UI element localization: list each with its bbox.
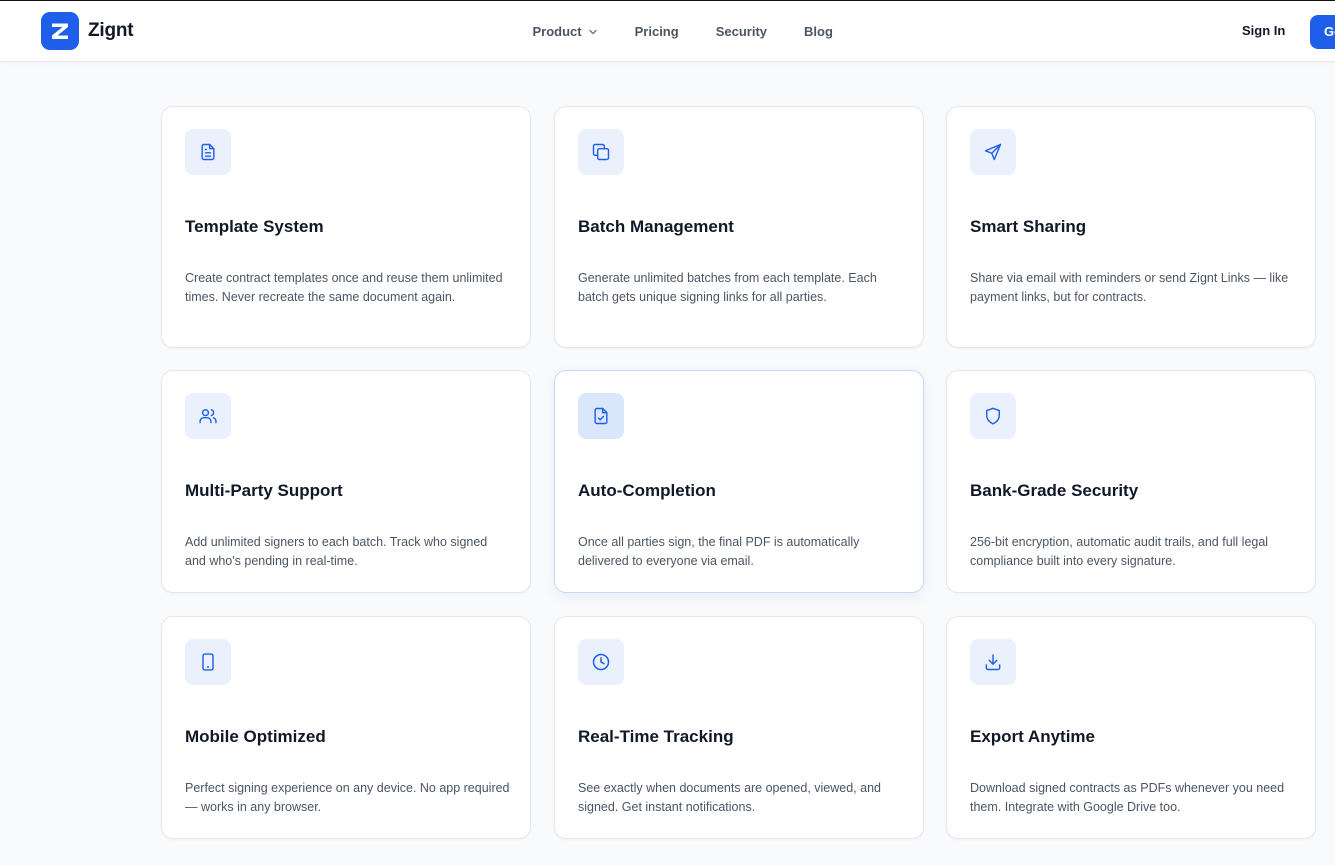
feature-title: Multi-Party Support bbox=[185, 481, 343, 500]
nav-blog[interactable]: Blog bbox=[786, 16, 852, 47]
feature-card-multi-party-support: Multi-Party Support Add unlimited signer… bbox=[161, 370, 531, 593]
shield-icon bbox=[970, 393, 1016, 439]
feature-card-export-anytime: Export Anytime Download signed contracts… bbox=[946, 616, 1316, 839]
main-nav: Product Pricing Security Blog bbox=[514, 1, 851, 62]
feature-card-mobile-optimized: Mobile Optimized Perfect signing experie… bbox=[161, 616, 531, 839]
brand-logo[interactable]: Zignt bbox=[41, 12, 134, 50]
feature-description: Share via email with reminders or send Z… bbox=[970, 271, 1289, 304]
feature-title: Mobile Optimized bbox=[185, 727, 326, 746]
clock-icon bbox=[578, 639, 624, 685]
feature-title: Template System bbox=[185, 217, 324, 236]
feature-description: Perfect signing experience on any device… bbox=[185, 781, 510, 814]
sign-in-link[interactable]: Sign In bbox=[1242, 23, 1285, 38]
feature-title: Export Anytime bbox=[970, 727, 1096, 746]
nav-product[interactable]: Product bbox=[514, 16, 616, 47]
feature-title: Auto-Completion bbox=[578, 481, 716, 500]
feature-card-bank-grade-security: Bank-Grade Security 256-bit encryption, … bbox=[946, 370, 1316, 593]
feature-card-smart-sharing: Smart Sharing Share via email with remin… bbox=[946, 106, 1316, 348]
logo-mark bbox=[41, 12, 79, 50]
feature-card-auto-completion: Auto-Completion Once all parties sign, t… bbox=[554, 370, 924, 593]
feature-title: Smart Sharing bbox=[970, 217, 1087, 236]
file-check-icon bbox=[578, 393, 624, 439]
feature-description: 256-bit encryption, automatic audit trai… bbox=[970, 535, 1269, 568]
feature-description: Add unlimited signers to each batch. Tra… bbox=[185, 535, 488, 568]
download-icon bbox=[970, 639, 1016, 685]
users-icon bbox=[185, 393, 231, 439]
get-started-button[interactable]: Get Started bbox=[1310, 15, 1335, 49]
nav-product-label: Product bbox=[532, 24, 582, 39]
feature-description: Create contract templates once and reuse… bbox=[185, 271, 503, 304]
feature-title: Bank-Grade Security bbox=[970, 481, 1139, 500]
feature-description: See exactly when documents are opened, v… bbox=[578, 781, 881, 814]
nav-security[interactable]: Security bbox=[697, 16, 785, 47]
nav-pricing[interactable]: Pricing bbox=[616, 16, 697, 47]
feature-description: Download signed contracts as PDFs whenev… bbox=[970, 781, 1285, 814]
feature-card-template-system: Template System Create contract template… bbox=[161, 106, 531, 348]
feature-description: Generate unlimited batches from each tem… bbox=[578, 271, 877, 304]
document-icon bbox=[185, 129, 231, 175]
site-header: Zignt Product Pricing Security Blog Sign… bbox=[0, 1, 1335, 62]
feature-card-real-time-tracking: Real-Time Tracking See exactly when docu… bbox=[554, 616, 924, 839]
feature-title: Batch Management bbox=[578, 217, 734, 236]
chevron-down-icon bbox=[588, 29, 597, 34]
brand-name: Zignt bbox=[88, 20, 134, 41]
copy-icon bbox=[578, 129, 624, 175]
feature-card-batch-management: Batch Management Generate unlimited batc… bbox=[554, 106, 924, 348]
send-icon bbox=[970, 129, 1016, 175]
smartphone-icon bbox=[185, 639, 231, 685]
feature-description: Once all parties sign, the final PDF is … bbox=[578, 535, 860, 568]
feature-title: Real-Time Tracking bbox=[578, 727, 734, 746]
